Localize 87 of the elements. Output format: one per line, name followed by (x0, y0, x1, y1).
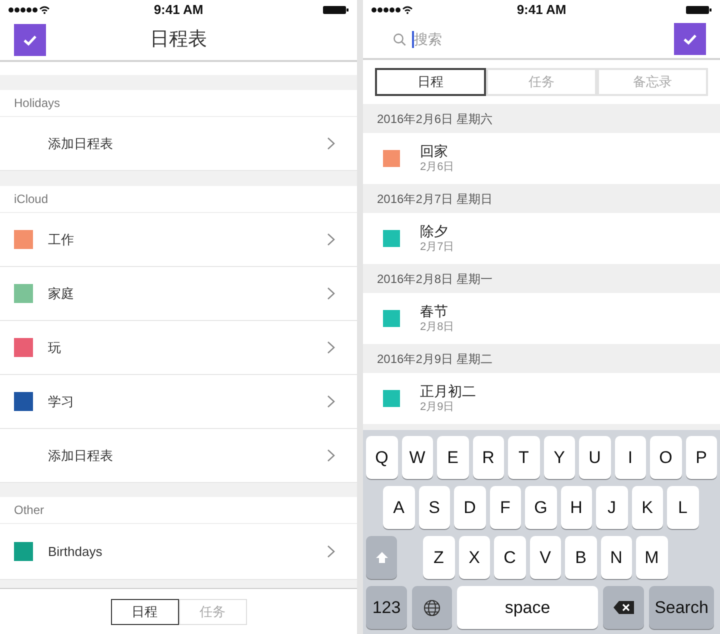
chevron-right-icon (327, 137, 335, 150)
calendar-label: 学习 (48, 392, 75, 411)
calendar-label: 添加日程表 (48, 134, 114, 153)
letter-key[interactable]: G (525, 486, 556, 529)
section-header: iCloud (14, 191, 48, 208)
chevron-right-icon (327, 341, 335, 354)
globe-icon (423, 598, 441, 616)
letter-key[interactable]: R (472, 436, 504, 479)
letter-key[interactable]: H (560, 486, 592, 529)
signal-icon (8, 5, 50, 15)
letter-key[interactable]: P (686, 436, 717, 479)
letter-key[interactable]: I (614, 436, 646, 479)
text-cursor (412, 30, 414, 48)
status-time: 9:41 AM (516, 1, 566, 20)
letter-key[interactable]: U (579, 436, 610, 479)
event-date: 2月8日 (420, 320, 454, 335)
calendar-row[interactable]: 工作 (0, 213, 357, 267)
date-header: 2016年2月6日 星期六 (377, 110, 492, 128)
letter-key[interactable]: O (650, 436, 682, 479)
globe-key[interactable] (412, 586, 452, 629)
delete-icon (612, 600, 634, 615)
letter-key[interactable]: Z (423, 536, 454, 579)
numbers-key[interactable]: 123 (366, 586, 407, 629)
shift-arrow-icon (374, 551, 388, 564)
search-key[interactable]: Search (649, 586, 714, 629)
calendar-row[interactable]: 学习 (0, 375, 357, 429)
battery-icon (686, 5, 712, 15)
calendar-label: 玩 (48, 338, 62, 357)
letter-key[interactable]: Y (544, 436, 575, 479)
check-icon (23, 34, 37, 46)
check-button[interactable] (14, 24, 46, 56)
section-header: Holidays (14, 95, 60, 112)
letter-key[interactable]: Q (366, 436, 398, 479)
calendar-label: 家庭 (48, 284, 75, 303)
letter-key[interactable]: X (458, 536, 490, 579)
letter-key[interactable]: L (667, 486, 698, 529)
letter-key[interactable]: K (632, 486, 663, 529)
segment-tab[interactable]: 日程 (375, 68, 486, 96)
letter-key[interactable]: N (600, 536, 632, 579)
calendar-row[interactable]: 玩 (0, 321, 357, 375)
letter-key[interactable]: F (490, 486, 521, 529)
chevron-right-icon (327, 233, 335, 246)
letter-key[interactable]: M (636, 536, 668, 579)
letter-key[interactable]: V (530, 536, 561, 579)
chevron-right-icon (327, 287, 335, 300)
calendar-row[interactable]: 家庭 (0, 267, 357, 321)
letter-key[interactable]: E (437, 436, 468, 479)
event-title: 回家 (420, 142, 449, 160)
status-time: 9:41 AM (154, 1, 204, 20)
event-row[interactable]: 回家 2月6日 (363, 133, 720, 184)
delete-key[interactable] (603, 586, 644, 629)
letter-key[interactable]: W (402, 436, 433, 479)
search-icon (393, 32, 406, 46)
signal-icon (371, 5, 413, 15)
event-row[interactable]: 正月初二 2月9日 (363, 373, 720, 424)
chevron-right-icon (327, 545, 335, 558)
space-key[interactable]: space (457, 586, 598, 629)
event-row[interactable]: 除夕 2月7日 (363, 213, 720, 264)
calendar-label: Birthdays (48, 542, 104, 561)
screen-title: 日程表 (150, 28, 207, 52)
check-button[interactable] (674, 23, 706, 55)
date-header: 2016年2月8日 星期一 (377, 270, 492, 288)
event-date: 2月7日 (420, 240, 454, 255)
date-header: 2016年2月7日 星期日 (377, 190, 492, 208)
letter-key[interactable]: D (454, 486, 486, 529)
date-header: 2016年2月9日 星期二 (377, 350, 492, 368)
letter-key[interactable]: A (383, 486, 414, 529)
chevron-right-icon (327, 449, 335, 462)
calendar-label: 添加日程表 (48, 446, 114, 465)
letter-key[interactable]: C (494, 536, 526, 579)
letter-key[interactable]: J (596, 486, 628, 529)
letter-key[interactable]: T (508, 436, 540, 479)
event-title: 除夕 (420, 222, 449, 240)
check-icon (683, 34, 697, 44)
letter-key[interactable]: B (565, 536, 596, 579)
calendar-label: 工作 (48, 230, 75, 249)
section-header: Other (14, 502, 44, 519)
event-date: 2月6日 (420, 160, 454, 175)
event-date: 2月9日 (420, 400, 456, 415)
chevron-right-icon (327, 395, 335, 408)
bottom-tab[interactable]: 日程 (110, 598, 178, 624)
search-field[interactable]: 搜索 (414, 28, 674, 50)
event-title: 正月初二 (420, 382, 476, 400)
battery-icon (323, 5, 349, 15)
event-title: 春节 (420, 302, 449, 320)
event-row[interactable]: 春节 2月8日 (363, 293, 720, 344)
letter-key[interactable]: S (418, 486, 450, 529)
